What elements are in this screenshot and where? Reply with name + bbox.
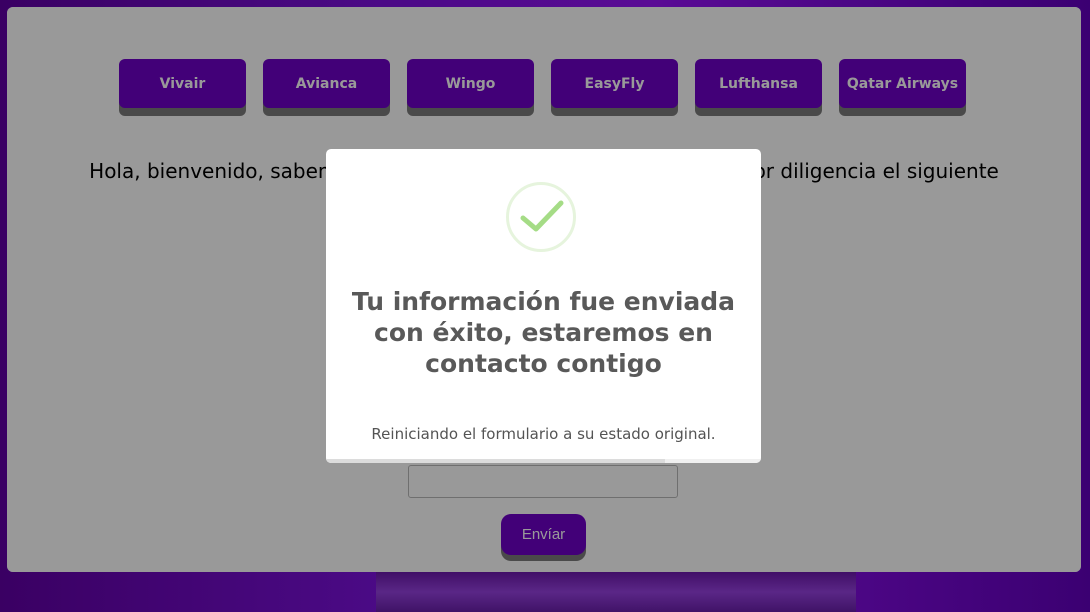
success-modal: Tu información fue enviada con éxito, es… <box>326 149 761 463</box>
modal-title: Tu información fue enviada con éxito, es… <box>351 287 736 378</box>
check-icon <box>506 182 576 252</box>
background-image <box>376 572 856 612</box>
timer-progress-bar <box>326 459 761 463</box>
timer-progress-fill <box>326 459 666 463</box>
modal-text: Reiniciando el formulario a su estado or… <box>371 425 716 443</box>
